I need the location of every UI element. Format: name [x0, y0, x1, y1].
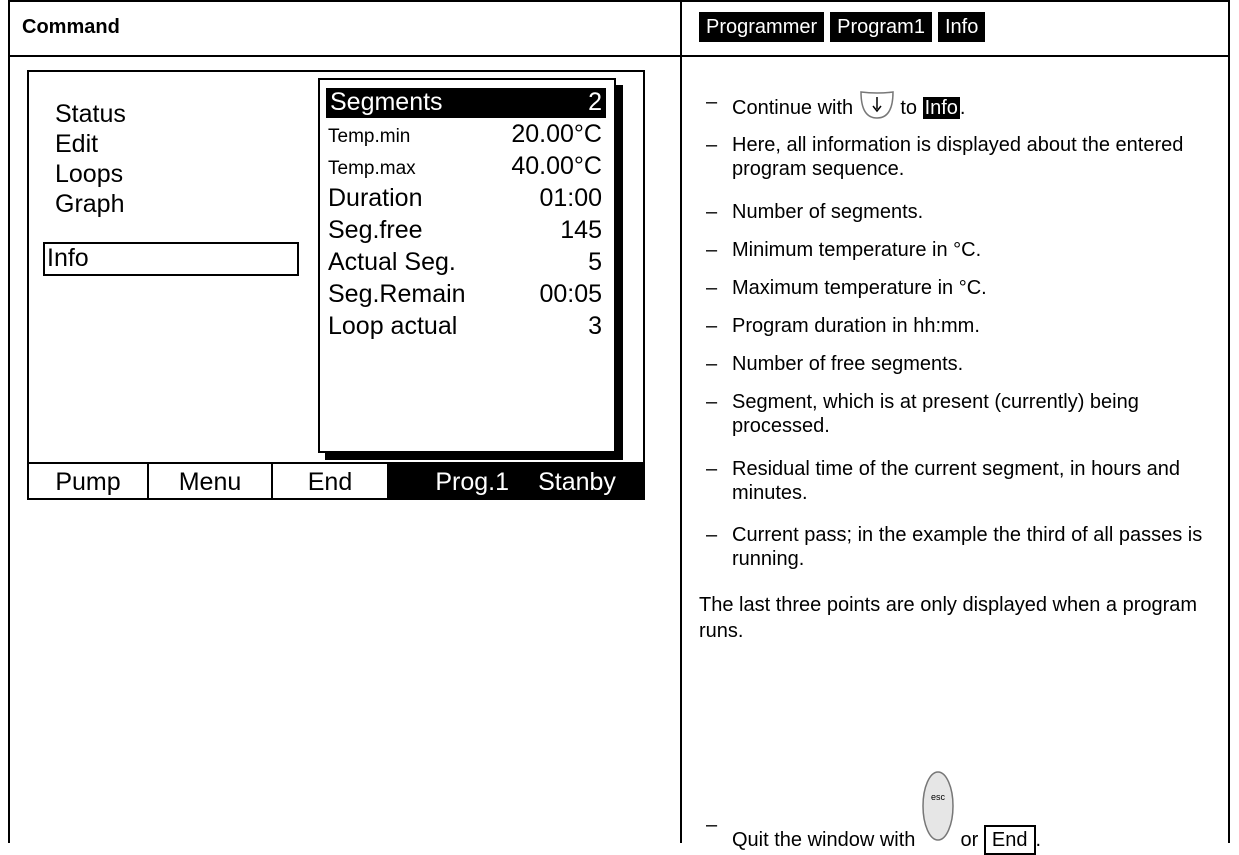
step-text: Current pass; in the example the third o…	[732, 524, 1203, 570]
info-highlight: Info	[922, 97, 960, 119]
end-button[interactable]: End	[983, 825, 1036, 855]
command-title: Command	[22, 16, 120, 38]
dash-bullet: –	[706, 315, 718, 337]
info-value: 3	[588, 312, 602, 340]
step-text: Segment, which is at present (currently)…	[732, 391, 1139, 437]
info-row-seg-remain: Seg.Remain 00:05	[328, 280, 602, 310]
dash-bullet: –	[706, 277, 718, 299]
frame-right-border	[1228, 0, 1230, 843]
menu-item-edit[interactable]: Edit	[55, 130, 98, 158]
info-label: Loop actual	[328, 312, 458, 340]
dash-bullet: –	[706, 524, 718, 546]
info-row-segments[interactable]: Segments 2	[326, 88, 606, 118]
step-text: Program duration in hh:mm.	[732, 315, 980, 337]
step-text: or	[960, 829, 979, 851]
step-text: Minimum temperature in °C.	[732, 239, 982, 261]
menu-item-graph[interactable]: Graph	[55, 190, 124, 218]
softkey-prog1[interactable]: Prog.1	[389, 464, 509, 500]
esc-key-label: esc	[931, 792, 946, 802]
info-value: 5	[588, 248, 602, 276]
esc-key-icon: esc	[922, 771, 954, 841]
info-value: 01:00	[539, 184, 602, 212]
step-text: .	[959, 97, 966, 119]
info-value: 2	[588, 88, 602, 116]
step-text: to	[900, 97, 917, 119]
info-row-actual-seg: Actual Seg. 5	[328, 248, 602, 278]
step-text: Quit the window with	[732, 829, 916, 851]
dash-bullet: –	[706, 353, 718, 375]
info-row-temp-min: Temp.min 20.00°C	[328, 120, 602, 150]
step-text: Number of free segments.	[732, 353, 964, 375]
dash-bullet: –	[706, 239, 718, 261]
frame-top-border	[8, 0, 1230, 2]
softkey-end[interactable]: End	[273, 464, 387, 500]
dash-bullet: –	[706, 814, 718, 836]
frame-header-divider	[8, 55, 1230, 57]
step-text: Maximum temperature in °C.	[732, 277, 987, 299]
dash-bullet: –	[706, 91, 718, 113]
breadcrumb-programmer: Programmer	[699, 12, 825, 42]
info-row-loop-actual: Loop actual 3	[328, 312, 602, 342]
note-paragraph: The last three points are only displayed…	[699, 594, 1198, 642]
step-text: Continue with	[732, 97, 854, 119]
softkey-pump[interactable]: Pump	[29, 464, 147, 500]
info-label: Actual Seg.	[328, 248, 456, 276]
frame-column-divider	[680, 0, 682, 843]
info-panel: Segments 2 Temp.min 20.00°C Temp.max 40.…	[318, 78, 616, 453]
frame-left-border	[8, 0, 10, 843]
breadcrumb-program1: Program1	[830, 12, 932, 42]
info-row-seg-free: Seg.free 145	[328, 216, 602, 246]
info-value: 145	[560, 216, 602, 244]
step-text: .	[1035, 829, 1042, 851]
info-row-duration: Duration 01:00	[328, 184, 602, 214]
info-label: Temp.min	[328, 126, 411, 147]
info-value: 20.00°C	[511, 120, 602, 148]
menu-item-loops[interactable]: Loops	[55, 160, 123, 188]
info-value: 00:05	[539, 280, 602, 308]
breadcrumb-info: Info	[937, 12, 986, 42]
softkey-menu[interactable]: Menu	[149, 464, 271, 500]
info-label: Seg.free	[328, 216, 423, 244]
info-label: Duration	[328, 184, 423, 212]
menu-item-info[interactable]: Info	[47, 244, 89, 272]
dash-bullet: –	[706, 134, 718, 156]
dash-bullet: –	[706, 458, 718, 480]
info-label: Seg.Remain	[328, 280, 466, 308]
down-arrow-key-icon	[859, 91, 894, 119]
step-text: Here, all information is displayed about…	[732, 134, 1184, 180]
step-text: Number of segments.	[732, 201, 924, 223]
menu-item-status[interactable]: Status	[55, 100, 126, 128]
info-label: Temp.max	[328, 158, 416, 179]
dash-bullet: –	[706, 391, 718, 413]
softkey-standby[interactable]: Stanby	[511, 464, 643, 500]
device-screen: Status Edit Loops Graph Info Segments 2 …	[27, 70, 645, 500]
info-row-temp-max: Temp.max 40.00°C	[328, 152, 602, 182]
breadcrumb: Programmer Program1 Info	[699, 12, 986, 42]
info-value: 40.00°C	[511, 152, 602, 180]
softkey-bar: Pump Menu End Prog.1 Stanby	[29, 462, 643, 500]
dash-bullet: –	[706, 201, 718, 223]
info-label: Segments	[330, 88, 443, 116]
step-text: Residual time of the current segment, in…	[732, 458, 1181, 504]
